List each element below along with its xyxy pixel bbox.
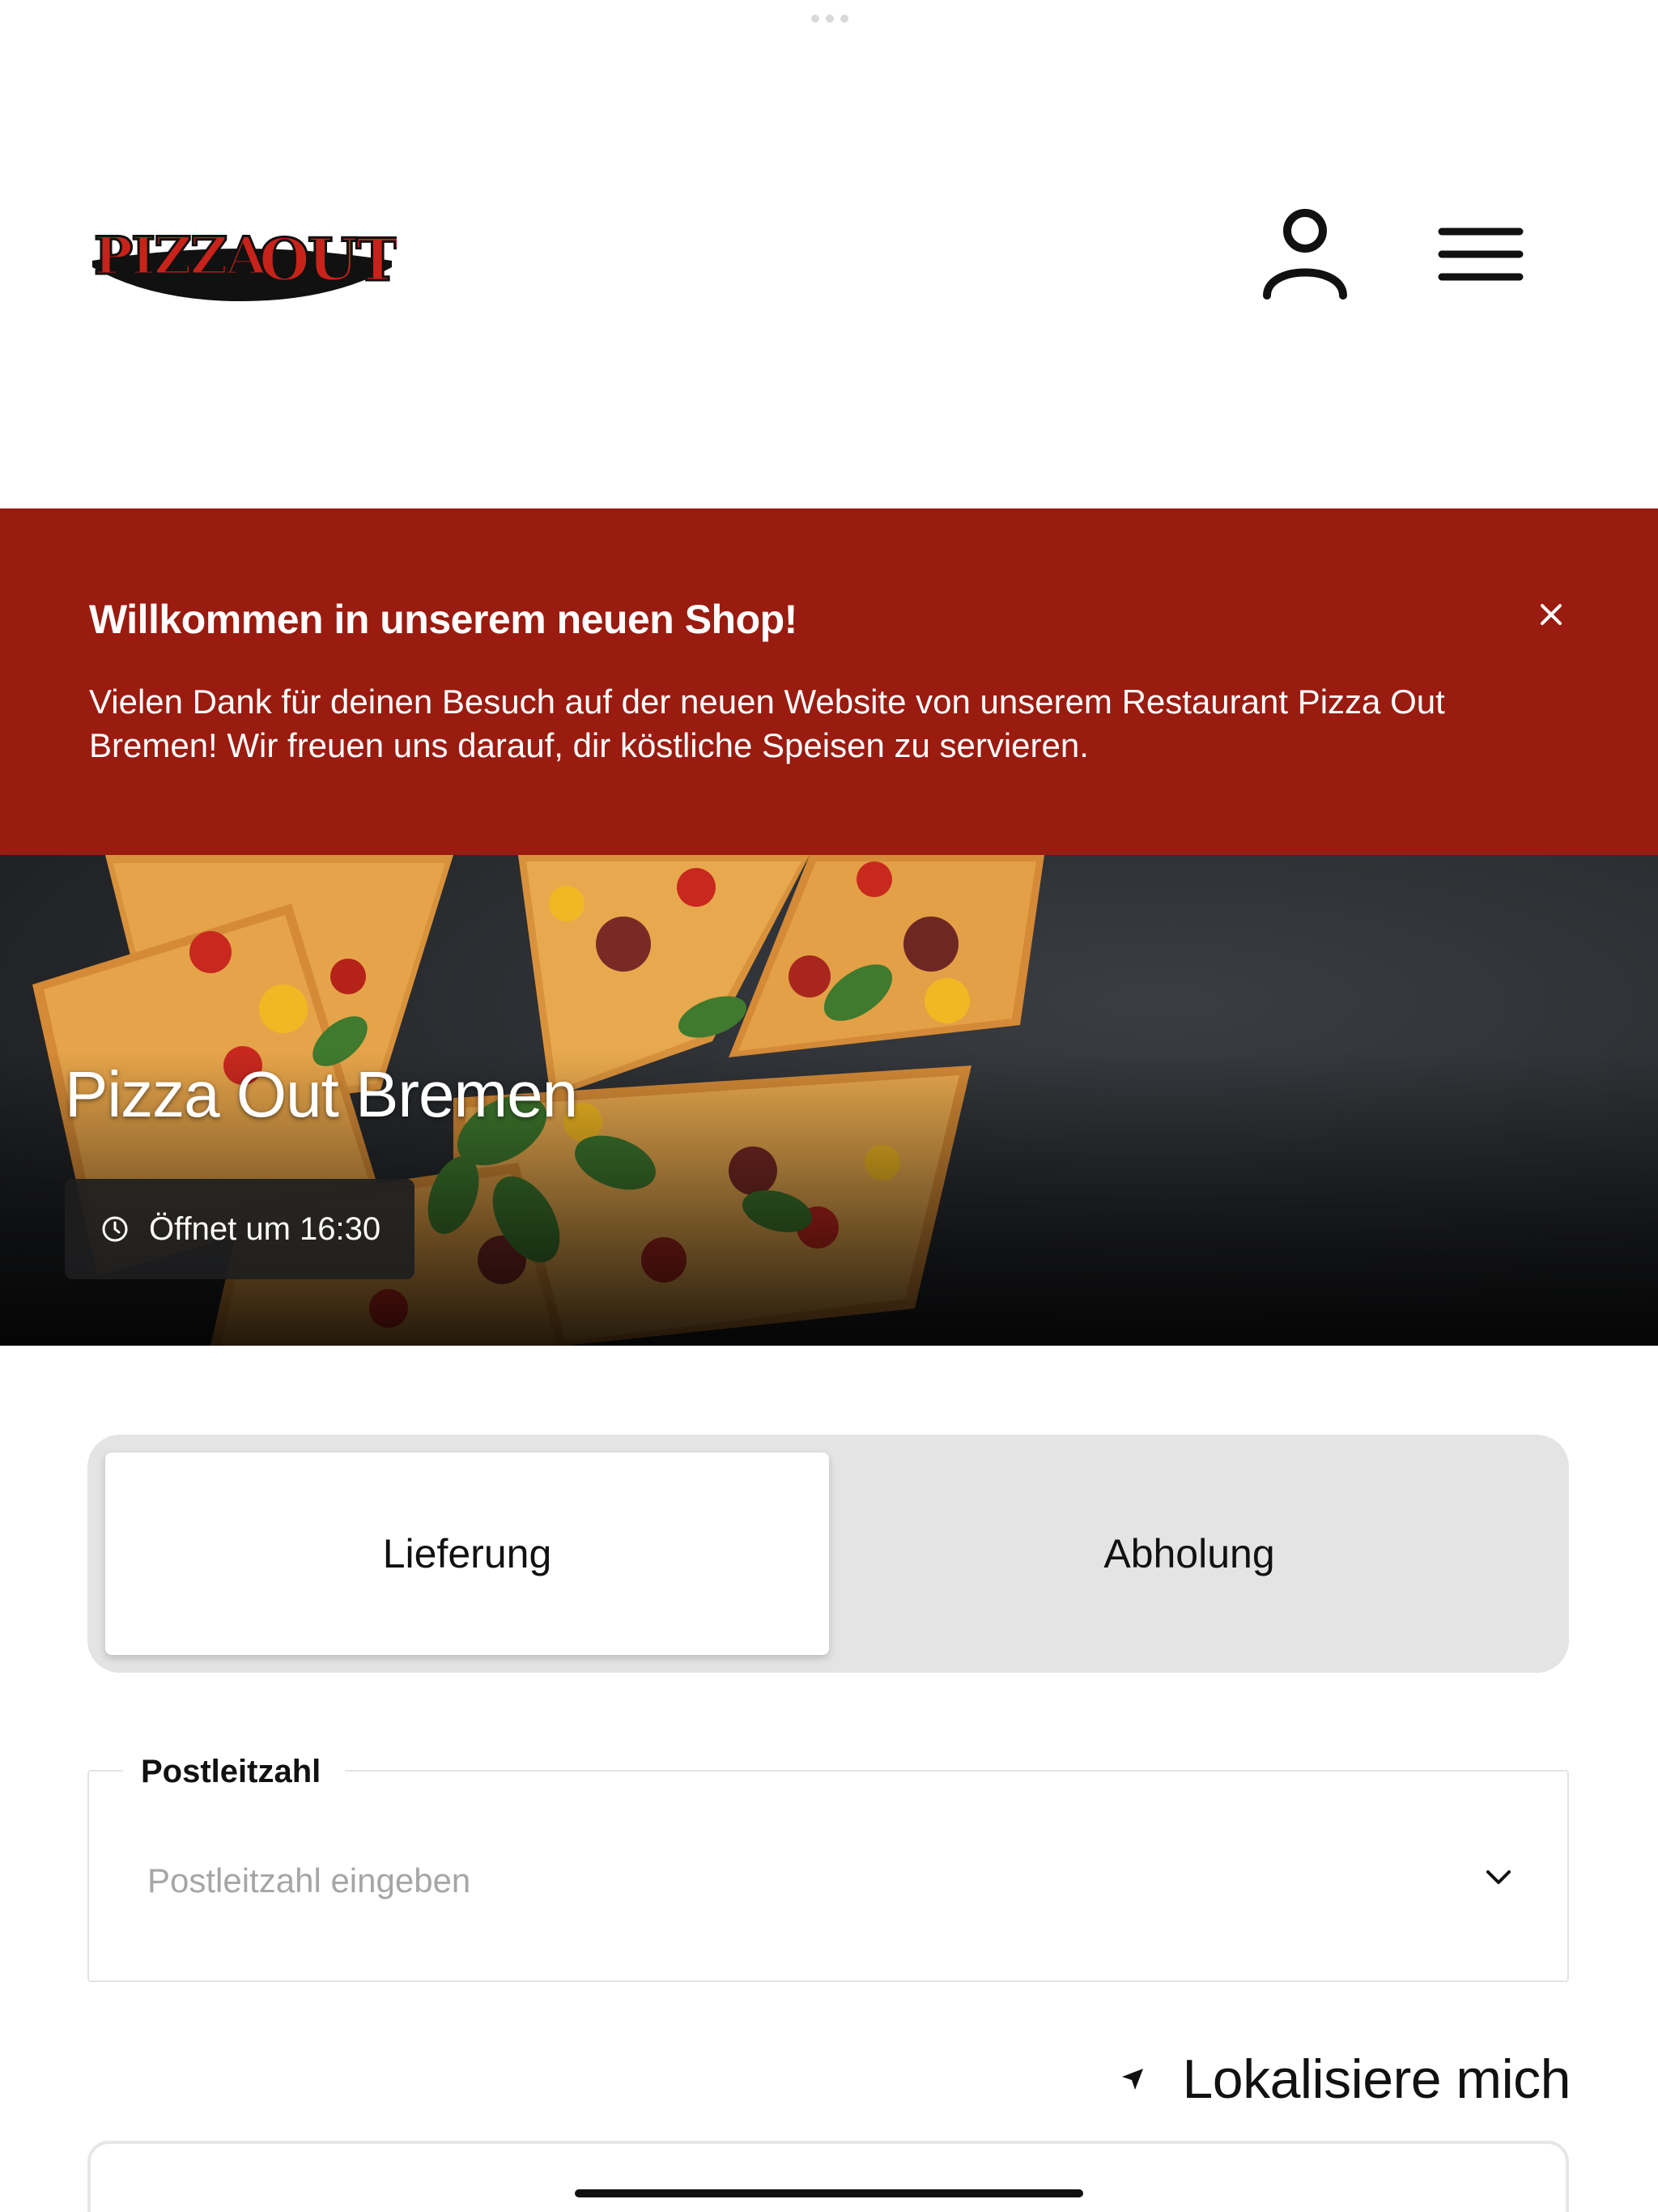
restaurant-name: Pizza Out Bremen <box>65 1058 578 1130</box>
chevron-down-icon <box>1486 1870 1511 1884</box>
account-button[interactable] <box>1259 206 1352 300</box>
location-arrow-icon <box>1122 2069 1144 2090</box>
multitasking-dots[interactable] <box>811 15 848 23</box>
opening-hours-text: Öffnet um 16:30 <box>149 1210 381 1247</box>
locate-me-button[interactable]: Lokalisiere mich <box>1109 2047 1571 2112</box>
banner-text: Vielen Dank für deinen Besuch auf der ne… <box>89 683 1445 764</box>
page: PIZZA OUT Willkommen in unserem neuen Sh… <box>0 0 1658 2212</box>
zip-code-input[interactable] <box>147 1853 1362 1909</box>
welcome-banner: Willkommen in unserem neuen Shop! Vielen… <box>0 508 1658 855</box>
next-card <box>87 2141 1569 2212</box>
banner-close-button[interactable] <box>1534 598 1568 632</box>
opening-hours-badge: Öffnet um 16:30 <box>65 1179 414 1279</box>
tab-pickup[interactable]: Abholung <box>827 1453 1551 1655</box>
order-type-toggle: Lieferung Abholung <box>87 1435 1569 1673</box>
site-header: PIZZA OUT <box>0 162 1658 348</box>
restaurant-hero: Pizza Out Bremen Öffnet um 16:30 <box>0 855 1658 1346</box>
svg-text:OUT: OUT <box>259 225 397 294</box>
menu-button[interactable] <box>1437 225 1526 290</box>
home-indicator[interactable] <box>575 2189 1083 2197</box>
banner-title: Willkommen in unserem neuen Shop! <box>89 597 797 642</box>
zip-code-dropdown-toggle[interactable] <box>1482 1861 1516 1895</box>
clock-icon <box>102 1216 128 1242</box>
tab-delivery[interactable]: Lieferung <box>105 1453 829 1655</box>
pizza-out-logo[interactable]: PIZZA OUT <box>87 204 402 301</box>
user-icon <box>1263 209 1347 300</box>
zip-code-field: Postleitzahl <box>87 1754 1569 1982</box>
hamburger-menu-icon <box>1438 228 1524 281</box>
locate-me-label: Lokalisiere mich <box>1182 2048 1571 2110</box>
close-icon <box>1541 604 1562 625</box>
svg-text:PIZZA: PIZZA <box>94 226 268 287</box>
zip-code-label: Postleitzahl <box>123 1754 346 1790</box>
